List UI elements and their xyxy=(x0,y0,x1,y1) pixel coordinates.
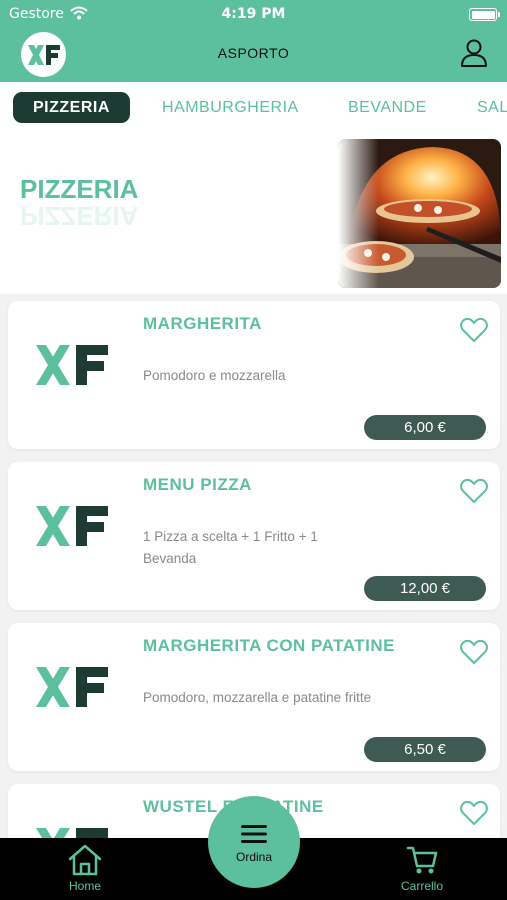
xf-logo-icon xyxy=(36,506,108,546)
product-description: Pomodoro e mozzarella xyxy=(143,368,286,383)
order-button-label: Ordina xyxy=(235,850,273,864)
category-tabs: PIZZERIA HAMBURGHERIA BEVANDE SAL xyxy=(0,82,507,134)
tab-pizzeria[interactable]: PIZZERIA xyxy=(13,92,130,123)
category-title-reflection: PIZZERIA xyxy=(20,201,139,231)
status-bar: Gestore 4:19 PM xyxy=(0,0,507,28)
product-card[interactable]: MARGHERITA Pomodoro e mozzarella 6,00 € xyxy=(8,301,500,449)
home-icon xyxy=(68,844,102,876)
product-list: MARGHERITA Pomodoro e mozzarella 6,00 € … xyxy=(0,294,507,838)
price-badge: 6,50 € xyxy=(364,737,486,762)
nav-home[interactable]: Home xyxy=(50,844,120,896)
product-name: MENU PIZZA xyxy=(143,475,252,494)
heart-icon[interactable] xyxy=(460,639,488,665)
product-name: MARGHERITA CON PATATINE xyxy=(143,636,395,655)
product-name: MARGHERITA xyxy=(143,314,262,333)
product-card[interactable]: MENU PIZZA 1 Pizza a scelta + 1 Fritto +… xyxy=(8,462,500,610)
page-title: ASPORTO xyxy=(217,45,290,61)
pizza-oven-image xyxy=(338,139,501,288)
price-badge: 12,00 € xyxy=(364,576,486,601)
product-description: Pomodoro, mozzarella e patatine fritte xyxy=(143,690,372,705)
nav-home-label: Home xyxy=(68,879,101,893)
product-description: 1 Pizza a scelta + 1 Fritto + 1 Bevanda xyxy=(143,529,318,566)
cart-icon xyxy=(406,846,438,874)
xf-logo-icon xyxy=(36,828,108,838)
tab-hamburgheria[interactable]: HAMBURGHERIA xyxy=(162,92,299,123)
order-button[interactable]: Ordina xyxy=(208,796,300,888)
heart-icon[interactable] xyxy=(460,317,488,343)
clock: 4:19 PM xyxy=(221,6,286,22)
category-banner: PIZZERIA PIZZERIA xyxy=(0,134,507,294)
xf-logo-icon xyxy=(36,667,108,707)
product-card[interactable]: MARGHERITA CON PATATINE Pomodoro, mozzar… xyxy=(8,623,500,771)
tab-bevande[interactable]: BEVANDE xyxy=(348,92,427,123)
app-bar: ASPORTO xyxy=(0,28,507,82)
price-badge: 6,00 € xyxy=(364,415,486,440)
xf-logo-icon xyxy=(36,345,108,385)
tab-sal[interactable]: SAL xyxy=(477,92,507,123)
heart-icon[interactable] xyxy=(460,478,488,504)
nav-cart[interactable]: Carrello xyxy=(386,844,458,896)
heart-icon[interactable] xyxy=(460,800,488,826)
menu-icon xyxy=(241,825,267,843)
user-profile-icon[interactable] xyxy=(459,38,489,68)
battery-icon xyxy=(469,8,500,21)
nav-cart-label: Carrello xyxy=(400,879,443,893)
